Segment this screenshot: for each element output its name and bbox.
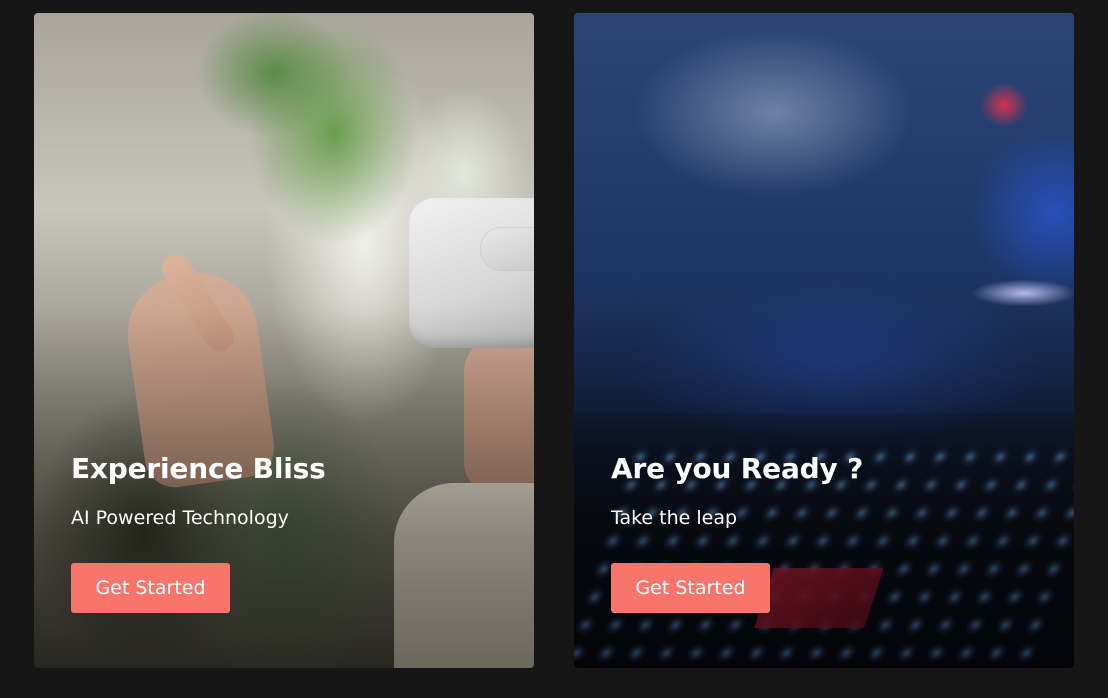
feature-card-keyboard: Are you Ready ? Take the leap Get Starte… xyxy=(574,13,1074,668)
card-content: Are you Ready ? Take the leap Get Starte… xyxy=(611,449,1044,613)
card-subtitle: AI Powered Technology xyxy=(71,507,289,529)
card-subtitle: Take the leap xyxy=(611,507,738,529)
feature-card-vr: Experience Bliss AI Powered Technology G… xyxy=(34,13,534,668)
get-started-button[interactable]: Get Started xyxy=(611,563,770,613)
card-title: Experience Bliss xyxy=(71,452,326,485)
card-title: Are you Ready ? xyxy=(611,452,864,485)
get-started-button[interactable]: Get Started xyxy=(71,563,230,613)
card-content: Experience Bliss AI Powered Technology G… xyxy=(71,449,504,613)
